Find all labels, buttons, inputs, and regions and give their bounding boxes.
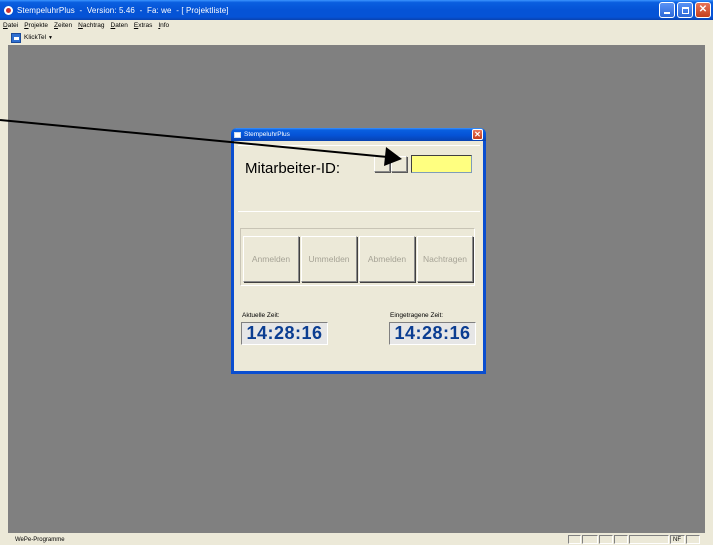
menu-daten[interactable]: Daten — [111, 22, 128, 29]
menu-datei[interactable]: Datei — [3, 22, 18, 29]
menubar: Datei Projekte Zeiten Nachtrag Daten Ext… — [0, 20, 713, 31]
status-panel — [568, 535, 581, 544]
menu-zeiten[interactable]: Zeiten — [54, 22, 72, 29]
abmelden-button[interactable]: Abmelden — [359, 236, 415, 282]
current-time-display: 14:28:16 — [241, 322, 328, 345]
entered-time-label: Eingetragene Zeit: — [390, 312, 444, 319]
dialog-title: StempeluhrPlus — [244, 131, 290, 138]
menu-nachtrag[interactable]: Nachtrag — [78, 22, 104, 29]
minimize-icon — [664, 12, 670, 14]
status-panel — [629, 535, 669, 544]
menu-info[interactable]: Info — [158, 22, 169, 29]
status-panel — [686, 535, 700, 544]
mitarbeiter-id-input[interactable] — [411, 155, 472, 173]
close-button[interactable]: ✕ — [695, 2, 711, 18]
status-panels: NF — [568, 535, 701, 545]
menu-projekte[interactable]: Projekte — [24, 22, 48, 29]
divider-middle — [238, 211, 480, 212]
minimize-button[interactable] — [659, 2, 675, 18]
status-panel — [614, 535, 628, 544]
id-small-button-2[interactable] — [391, 156, 407, 172]
status-panel-nf: NF — [670, 535, 685, 544]
entered-time-display: 14:28:16 — [389, 322, 476, 345]
close-icon: ✕ — [698, 4, 708, 15]
window-title: StempeluhrPlus - Version: 5.46 - Fa: we … — [17, 5, 229, 15]
restore-icon — [681, 6, 689, 14]
status-panel — [582, 535, 598, 544]
anmelden-button[interactable]: Anmelden — [243, 236, 299, 282]
divider-top — [238, 145, 480, 146]
dialog-app-icon — [234, 131, 241, 138]
action-button-group: Anmelden Ummelden Abmelden Nachtragen — [240, 228, 475, 286]
maximize-button[interactable] — [677, 2, 693, 18]
klicktel-icon — [11, 32, 21, 43]
statusbar: WePe-Programme NF — [0, 535, 713, 545]
nachtragen-button[interactable]: Nachtragen — [417, 236, 473, 282]
menu-extras[interactable]: Extras — [134, 22, 152, 29]
current-time-label: Aktuelle Zeit: — [242, 312, 280, 319]
app-icon[interactable] — [4, 5, 13, 15]
dialog-titlebar[interactable]: StempeluhrPlus ✕ — [231, 128, 486, 141]
window-controls: ✕ — [659, 2, 711, 18]
mitarbeiter-id-label: Mitarbeiter-ID: — [245, 160, 341, 177]
status-panel — [599, 535, 613, 544]
chevron-down-icon: ▼ — [48, 34, 53, 41]
klicktel-label: KlickTel — [24, 34, 47, 41]
dialog-close-button[interactable]: ✕ — [472, 129, 483, 140]
toolbar: KlickTel ▼ — [0, 31, 713, 44]
id-small-button-1[interactable] — [374, 156, 390, 172]
main-titlebar[interactable]: StempeluhrPlus - Version: 5.46 - Fa: we … — [0, 0, 713, 20]
stempeluhr-dialog: StempeluhrPlus ✕ Mitarbeiter-ID: Anmelde… — [231, 128, 486, 374]
status-text: WePe-Programme — [15, 537, 65, 543]
close-icon: ✕ — [474, 129, 481, 139]
ummelden-button[interactable]: Ummelden — [301, 236, 357, 282]
klicktel-dropdown-button[interactable]: KlickTel ▼ — [10, 32, 56, 44]
